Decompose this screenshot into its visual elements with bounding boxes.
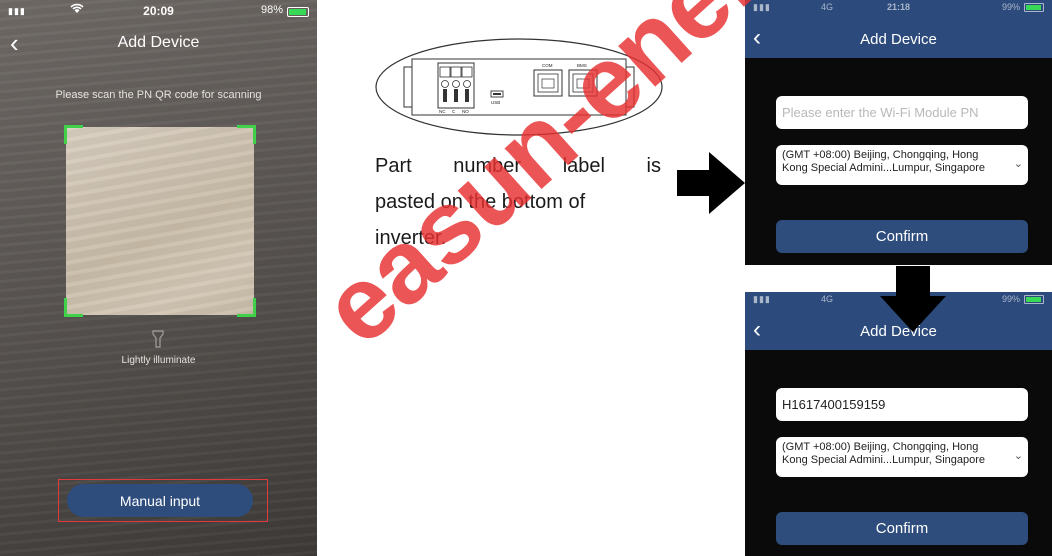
battery-icon	[287, 7, 309, 17]
confirm-button[interactable]: Confirm	[776, 512, 1028, 545]
chevron-down-icon: ⌄	[1013, 450, 1023, 462]
scan-hint: Please scan the PN QR code for scanning	[55, 89, 262, 101]
corner-marker	[237, 298, 256, 317]
corner-marker	[64, 298, 83, 317]
chevron-down-icon: ⌄	[1013, 158, 1023, 170]
timezone-text: (GMT +08:00) Beijing, Chongqing, Hong	[782, 149, 979, 161]
torch-label: Lightly illuminate	[121, 355, 196, 366]
port-label-usb: USB	[491, 100, 500, 105]
description-line: pasted on the bottom of	[375, 191, 586, 213]
pn-input[interactable]: Please enter the Wi-Fi Module PN	[776, 96, 1028, 129]
port-label-com: COM	[542, 63, 553, 68]
timezone-text: Kong Special Admini...Lumpur, Singapore	[782, 162, 986, 174]
manual-input-button[interactable]: Manual input	[67, 484, 253, 517]
part-number-description: Part number label is pasted on the botto…	[375, 148, 661, 256]
timezone-text: (GMT +08:00) Beijing, Chongqing, Hong	[782, 441, 979, 453]
scan-screen: ▮▮▮ 20:09 98% ‹ Add Device Please scan t…	[0, 0, 317, 556]
arrow-down-icon	[880, 266, 946, 332]
timezone-select[interactable]: (GMT +08:00) Beijing, Chongqing, Hong Ko…	[776, 145, 1028, 185]
arrow-right-icon	[677, 152, 745, 214]
add-device-screen-empty: ▮▮▮ 4G 21:18 99% ‹ Add Device Please ent…	[745, 0, 1052, 265]
corner-marker	[237, 125, 256, 144]
status-bar: ▮▮▮ 4G 21:18 99%	[745, 2, 1052, 16]
flashlight-icon[interactable]	[152, 330, 164, 348]
corner-marker	[64, 125, 83, 144]
signal-icon: ▮▮▮	[753, 294, 771, 304]
port-label-bms: BMS	[577, 63, 587, 68]
battery-icon	[1024, 3, 1044, 12]
network-type: 4G	[821, 294, 834, 304]
battery-icon	[1024, 295, 1044, 304]
pn-input[interactable]: H1617400159159	[776, 388, 1028, 421]
inverter-bottom-diagram: NC C NO USB COM BMS	[375, 38, 663, 136]
port-label-nc: NC	[439, 109, 446, 114]
description-line: inverter.	[375, 227, 447, 249]
scan-viewfinder	[64, 125, 256, 317]
page-title: Add Device	[860, 31, 937, 48]
header-bar: ▮▮▮ 4G 21:18 99% ‹ Add Device	[745, 0, 1052, 58]
port-label-no: NO	[462, 109, 469, 114]
status-bar: ▮▮▮ 20:09 98%	[0, 0, 317, 22]
page-title: Add Device	[117, 34, 200, 51]
battery-percent: 99%	[1001, 2, 1020, 12]
timezone-select[interactable]: (GMT +08:00) Beijing, Chongqing, Hong Ko…	[776, 437, 1028, 477]
battery-percent: 99%	[1001, 294, 1020, 304]
description-line: Part number label is	[375, 155, 661, 177]
confirm-button[interactable]: Confirm	[776, 220, 1028, 253]
battery-percent: 98%	[260, 4, 283, 16]
timezone-text: Kong Special Admini...Lumpur, Singapore	[782, 454, 986, 466]
